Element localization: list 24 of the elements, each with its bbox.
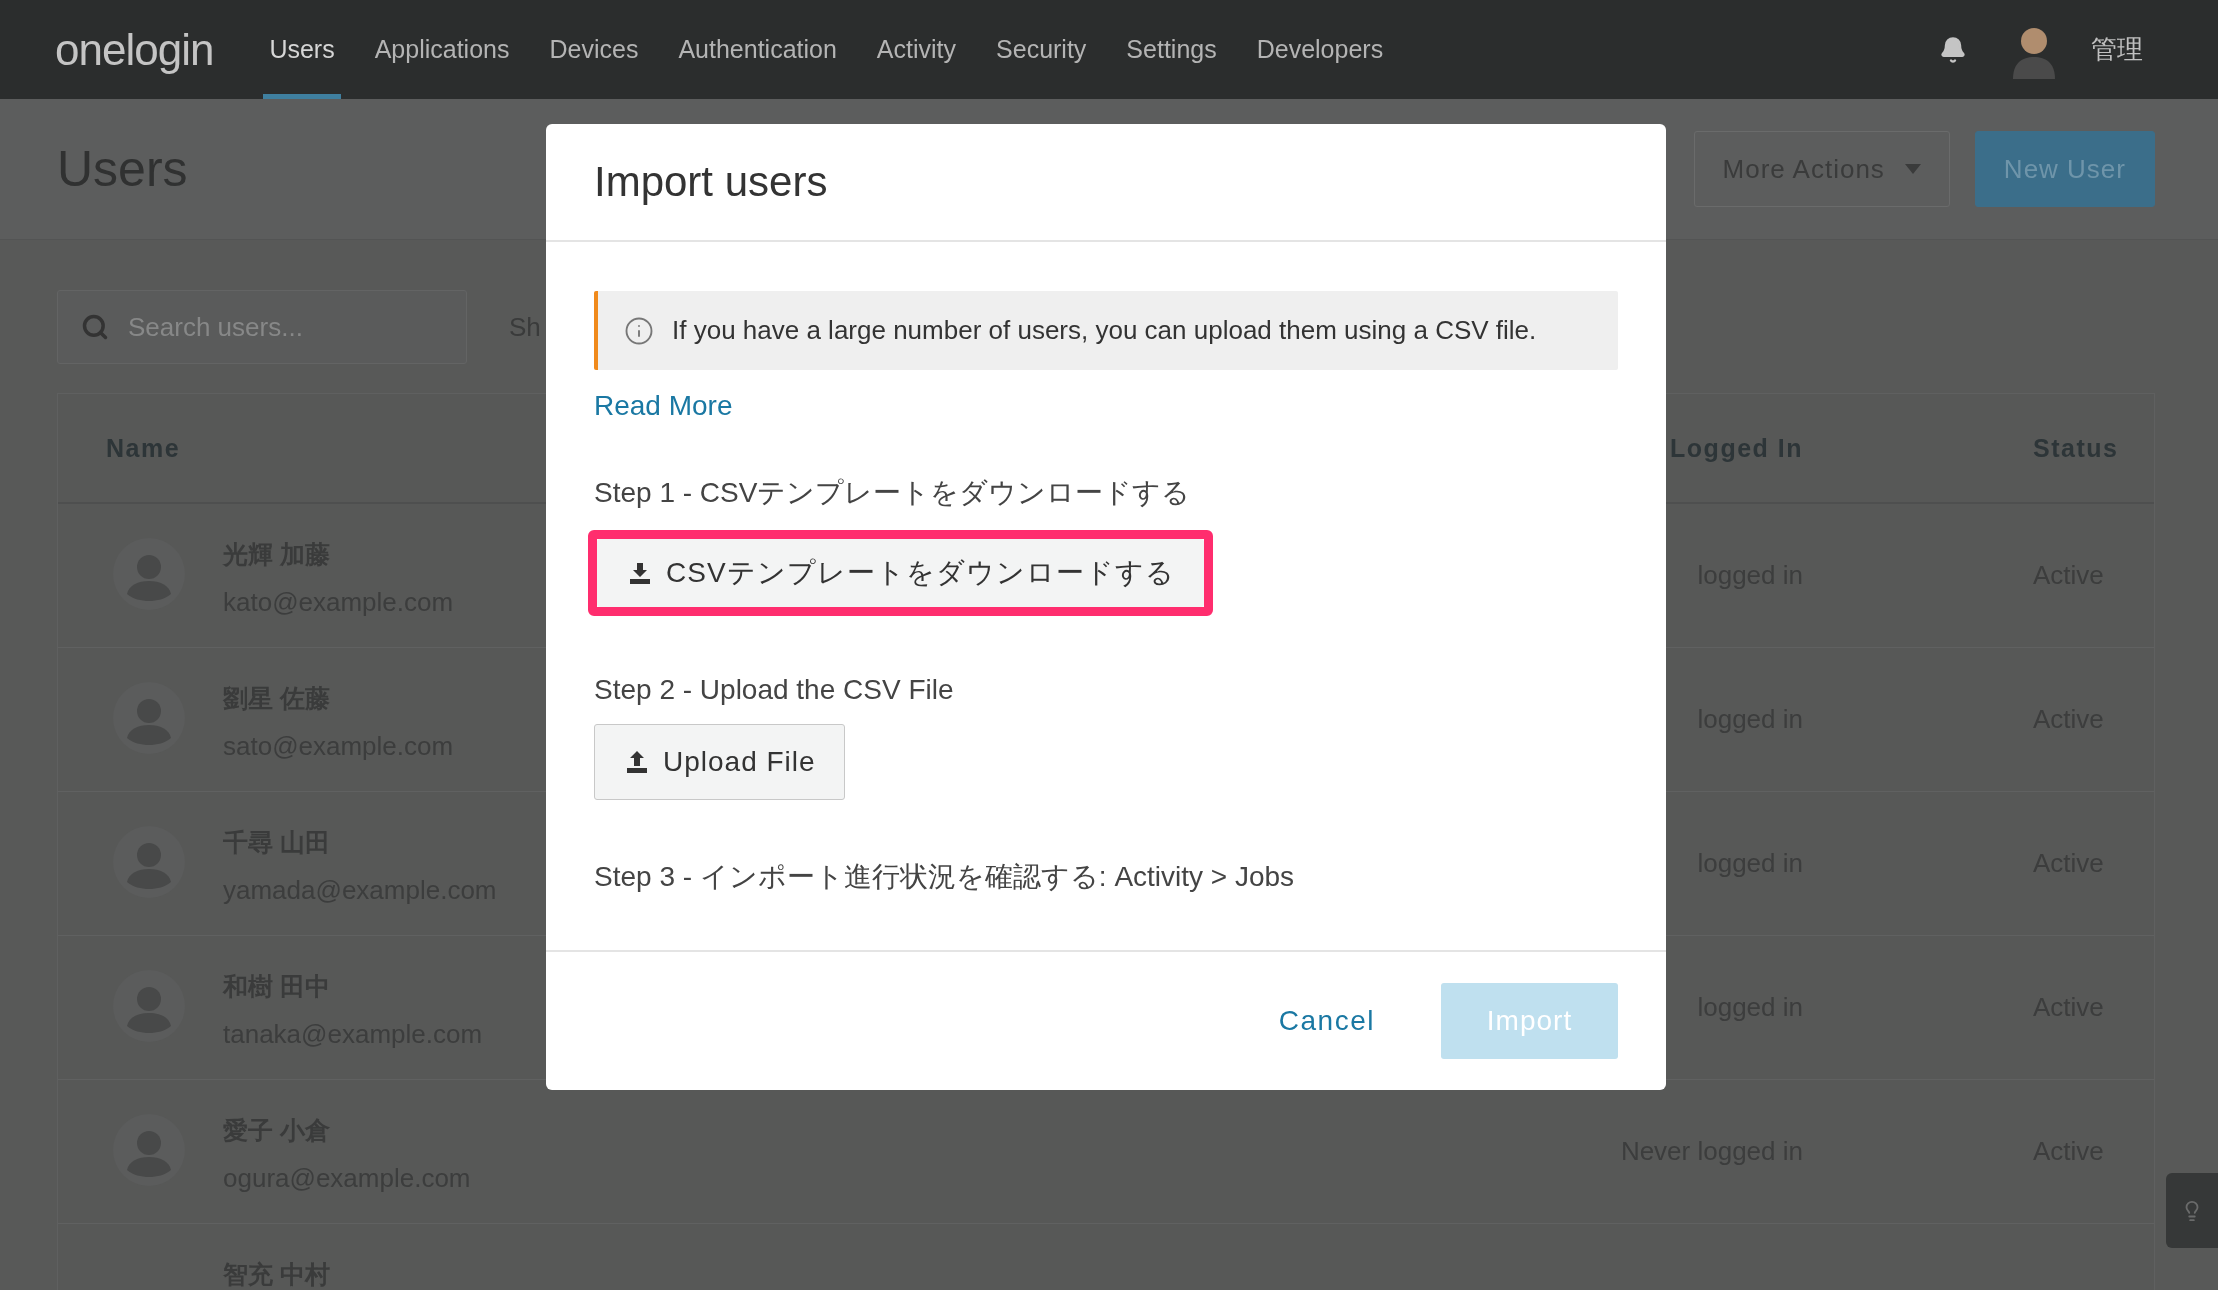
read-more-link[interactable]: Read More (594, 390, 733, 422)
upload-icon (625, 750, 649, 774)
bell-icon[interactable] (1939, 35, 1967, 64)
user-name[interactable]: 管理 (2091, 32, 2143, 67)
nav-link[interactable]: Security (990, 0, 1093, 99)
download-icon (628, 561, 652, 585)
info-icon (624, 315, 654, 346)
dialog-title: Import users (594, 158, 828, 206)
step-label: Step 1 - CSVテンプレートをダウンロードする (594, 476, 1191, 510)
logo[interactable]: onelogin (55, 24, 214, 75)
nav-link[interactable]: Devices (543, 0, 645, 99)
nav-link[interactable]: Developers (1250, 0, 1390, 99)
caret-icon (1904, 164, 1921, 174)
download-button[interactable]: CSVテンプレートをダウンロードする (597, 539, 1204, 607)
nav-link[interactable]: Authentication (672, 0, 843, 99)
nav-link[interactable]: Settings (1120, 0, 1223, 99)
nav-link[interactable]: Activity (870, 0, 963, 99)
step-label: Step 3 - インポート進行状況を確認する: Activity > Jobs (594, 860, 1295, 894)
step-label: Step 2 - Upload the CSV File (594, 674, 954, 706)
cancel-link[interactable]: Cancel (1278, 1005, 1375, 1037)
search-icon (81, 313, 109, 341)
nav-link[interactable]: Applications (368, 0, 516, 99)
upload-button[interactable]: Upload File (594, 724, 845, 800)
info-text: If you have a large number of users, you can upload them using a CSV file. (672, 315, 1537, 346)
